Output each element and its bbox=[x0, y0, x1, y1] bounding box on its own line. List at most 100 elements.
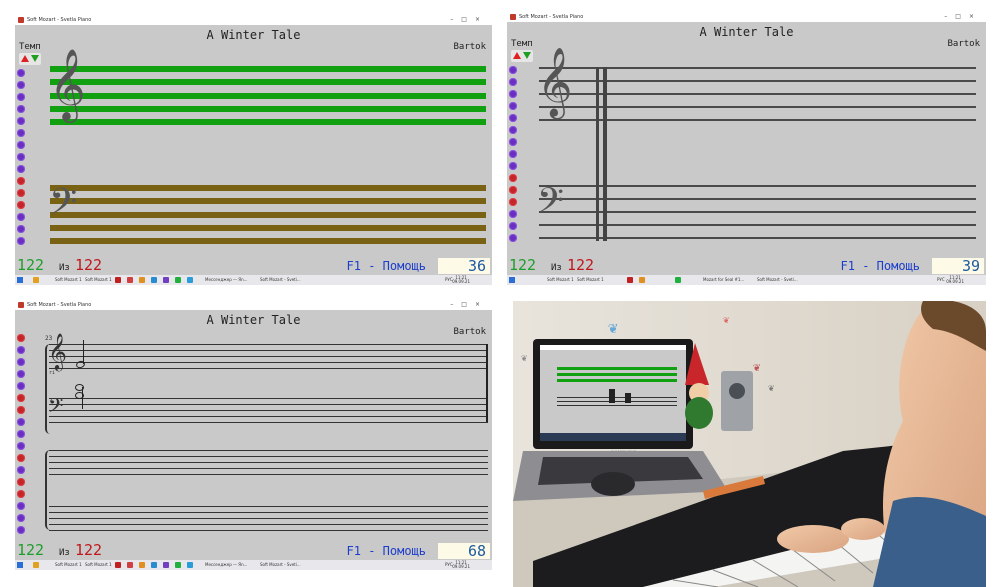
windows-start-icon[interactable] bbox=[17, 562, 23, 568]
app-icon[interactable] bbox=[127, 562, 133, 568]
window-controls[interactable]: –□× bbox=[944, 13, 982, 20]
tempo-control[interactable] bbox=[19, 53, 41, 65]
telegram-icon[interactable] bbox=[187, 562, 193, 568]
windows-start-icon[interactable] bbox=[509, 277, 515, 283]
flower-icon bbox=[17, 105, 25, 113]
taskbar-item[interactable]: Soft Mozart 1 bbox=[547, 277, 574, 282]
screenshot-panel-2: Soft Mozart - Svetla Piano –□× A Winter … bbox=[507, 12, 986, 285]
close-button[interactable]: × bbox=[969, 13, 982, 20]
counter-of: Из bbox=[551, 263, 562, 273]
minimize-button[interactable]: – bbox=[944, 13, 955, 20]
flower-icon bbox=[17, 526, 25, 534]
whatsapp-icon[interactable] bbox=[175, 562, 181, 568]
chrome-icon[interactable] bbox=[33, 277, 39, 283]
maximize-button[interactable]: □ bbox=[955, 13, 969, 20]
position-readout: 39 bbox=[932, 258, 984, 274]
close-button[interactable]: × bbox=[475, 301, 488, 308]
tempo-down-icon[interactable] bbox=[21, 55, 29, 62]
tempo-control[interactable] bbox=[511, 50, 533, 62]
window-titlebar: Soft Mozart - Svetla Piano –□× bbox=[507, 12, 986, 22]
windows-start-icon[interactable] bbox=[17, 277, 23, 283]
app-icon[interactable] bbox=[163, 562, 169, 568]
app-canvas: A Winter Tale Bartok Темп 𝄞 𝄢 122 Из 122… bbox=[507, 22, 986, 275]
flower-icon bbox=[17, 370, 25, 378]
taskbar-item[interactable]: Soft Mozart 1 bbox=[85, 562, 112, 567]
window-titlebar: Soft Mozart - Svetla Piano –□× bbox=[15, 300, 492, 310]
song-title: A Winter Tale bbox=[206, 28, 301, 42]
taskbar-item[interactable]: Soft Mozart - Sveti... bbox=[260, 562, 301, 567]
flower-icon bbox=[17, 225, 25, 233]
position-readout: 68 bbox=[438, 543, 490, 559]
flower-icon bbox=[509, 138, 517, 146]
note-stem bbox=[83, 340, 84, 364]
taskbar-item[interactable]: Soft Mozart 1 bbox=[85, 277, 112, 282]
window-title: Soft Mozart - Svetla Piano bbox=[27, 302, 92, 308]
app-logo-icon bbox=[18, 17, 24, 23]
app-icon[interactable] bbox=[151, 277, 157, 283]
taskbar-item[interactable]: Soft Mozart - Sveti... bbox=[260, 277, 301, 282]
app-canvas: A Winter Tale Bartok 23 ri 𝄞 𝄢 122 Из 12… bbox=[15, 310, 492, 560]
bass-staff bbox=[49, 506, 488, 531]
taskbar: Soft Mozart 1 Soft Mozart 1 Мессенджер —… bbox=[15, 560, 492, 570]
flower-icon bbox=[509, 126, 517, 134]
maximize-button[interactable]: □ bbox=[461, 301, 475, 308]
telegram-icon[interactable] bbox=[187, 277, 193, 283]
tempo-up-icon[interactable] bbox=[523, 52, 531, 59]
app-logo-icon bbox=[510, 14, 516, 20]
screenshot-panel-3: Soft Mozart - Svetla Piano –□× A Winter … bbox=[15, 300, 492, 570]
window-controls[interactable]: –□× bbox=[450, 16, 488, 23]
treble-clef-icon: 𝄞 bbox=[49, 47, 86, 120]
minimize-button[interactable]: – bbox=[450, 301, 461, 308]
taskbar-item[interactable]: Мессенджер — Яn... bbox=[205, 277, 247, 282]
taskbar: Soft Mozart 1 Soft Mozart 1 Мессенджер —… bbox=[15, 275, 492, 285]
app-icon[interactable] bbox=[127, 277, 133, 283]
treble-staff bbox=[49, 344, 488, 369]
minimize-button[interactable]: – bbox=[450, 16, 461, 23]
flower-icon bbox=[509, 90, 517, 98]
bass-staff bbox=[50, 185, 486, 245]
whatsapp-icon[interactable] bbox=[675, 277, 681, 283]
flower-icon bbox=[17, 382, 25, 390]
taskbar-item[interactable]: Mozart for Seal #1... bbox=[703, 277, 744, 282]
tempo-up-icon[interactable] bbox=[31, 55, 39, 62]
flower-icon bbox=[509, 114, 517, 122]
counter-total: 122 bbox=[75, 541, 103, 559]
taskbar-item[interactable]: Soft Mozart 1 bbox=[577, 277, 604, 282]
flower-icon bbox=[17, 69, 25, 77]
key-markers bbox=[17, 69, 27, 249]
flower-icon bbox=[17, 237, 25, 245]
tempo-down-icon[interactable] bbox=[513, 52, 521, 59]
app-icon[interactable] bbox=[639, 277, 645, 283]
taskbar-item[interactable]: Soft Mozart 1 bbox=[55, 277, 82, 282]
window-controls[interactable]: –□× bbox=[450, 301, 488, 308]
flower-icon bbox=[509, 162, 517, 170]
taskbar-item[interactable]: Soft Mozart 1 bbox=[55, 562, 82, 567]
flower-icon bbox=[17, 466, 25, 474]
song-title: A Winter Tale bbox=[699, 25, 794, 39]
taskbar-item[interactable]: Soft Mozart - Sveti... bbox=[757, 277, 798, 282]
app-icon[interactable] bbox=[115, 277, 121, 283]
flower-icon bbox=[17, 502, 25, 510]
composer: Bartok bbox=[453, 42, 486, 52]
clock: 11:21 09.09.21 bbox=[452, 560, 470, 569]
app-icon[interactable] bbox=[115, 562, 121, 568]
language-indicator[interactable]: РУС bbox=[937, 277, 945, 282]
app-icon[interactable] bbox=[139, 277, 145, 283]
close-button[interactable]: × bbox=[475, 16, 488, 23]
app-icon[interactable] bbox=[163, 277, 169, 283]
app-icon[interactable] bbox=[151, 562, 157, 568]
clock: 11:21 09.09.21 bbox=[946, 275, 964, 284]
bass-clef-icon: 𝄢 bbox=[49, 181, 78, 232]
maximize-button[interactable]: □ bbox=[461, 16, 475, 23]
butterfly-icon: ❦ bbox=[521, 353, 527, 364]
screenshot-panel-1: Soft Mozart - Svetla Piano –□× A Winter … bbox=[15, 15, 492, 285]
app-icon[interactable] bbox=[627, 277, 633, 283]
whatsapp-icon[interactable] bbox=[175, 277, 181, 283]
bass-clef-icon: 𝄢 bbox=[537, 180, 565, 229]
app-icon[interactable] bbox=[139, 562, 145, 568]
flower-icon bbox=[17, 514, 25, 522]
barline bbox=[603, 67, 607, 241]
taskbar-item[interactable]: Мессенджер — Яn... bbox=[205, 562, 247, 567]
chrome-icon[interactable] bbox=[33, 562, 39, 568]
song-title: A Winter Tale bbox=[206, 313, 301, 327]
